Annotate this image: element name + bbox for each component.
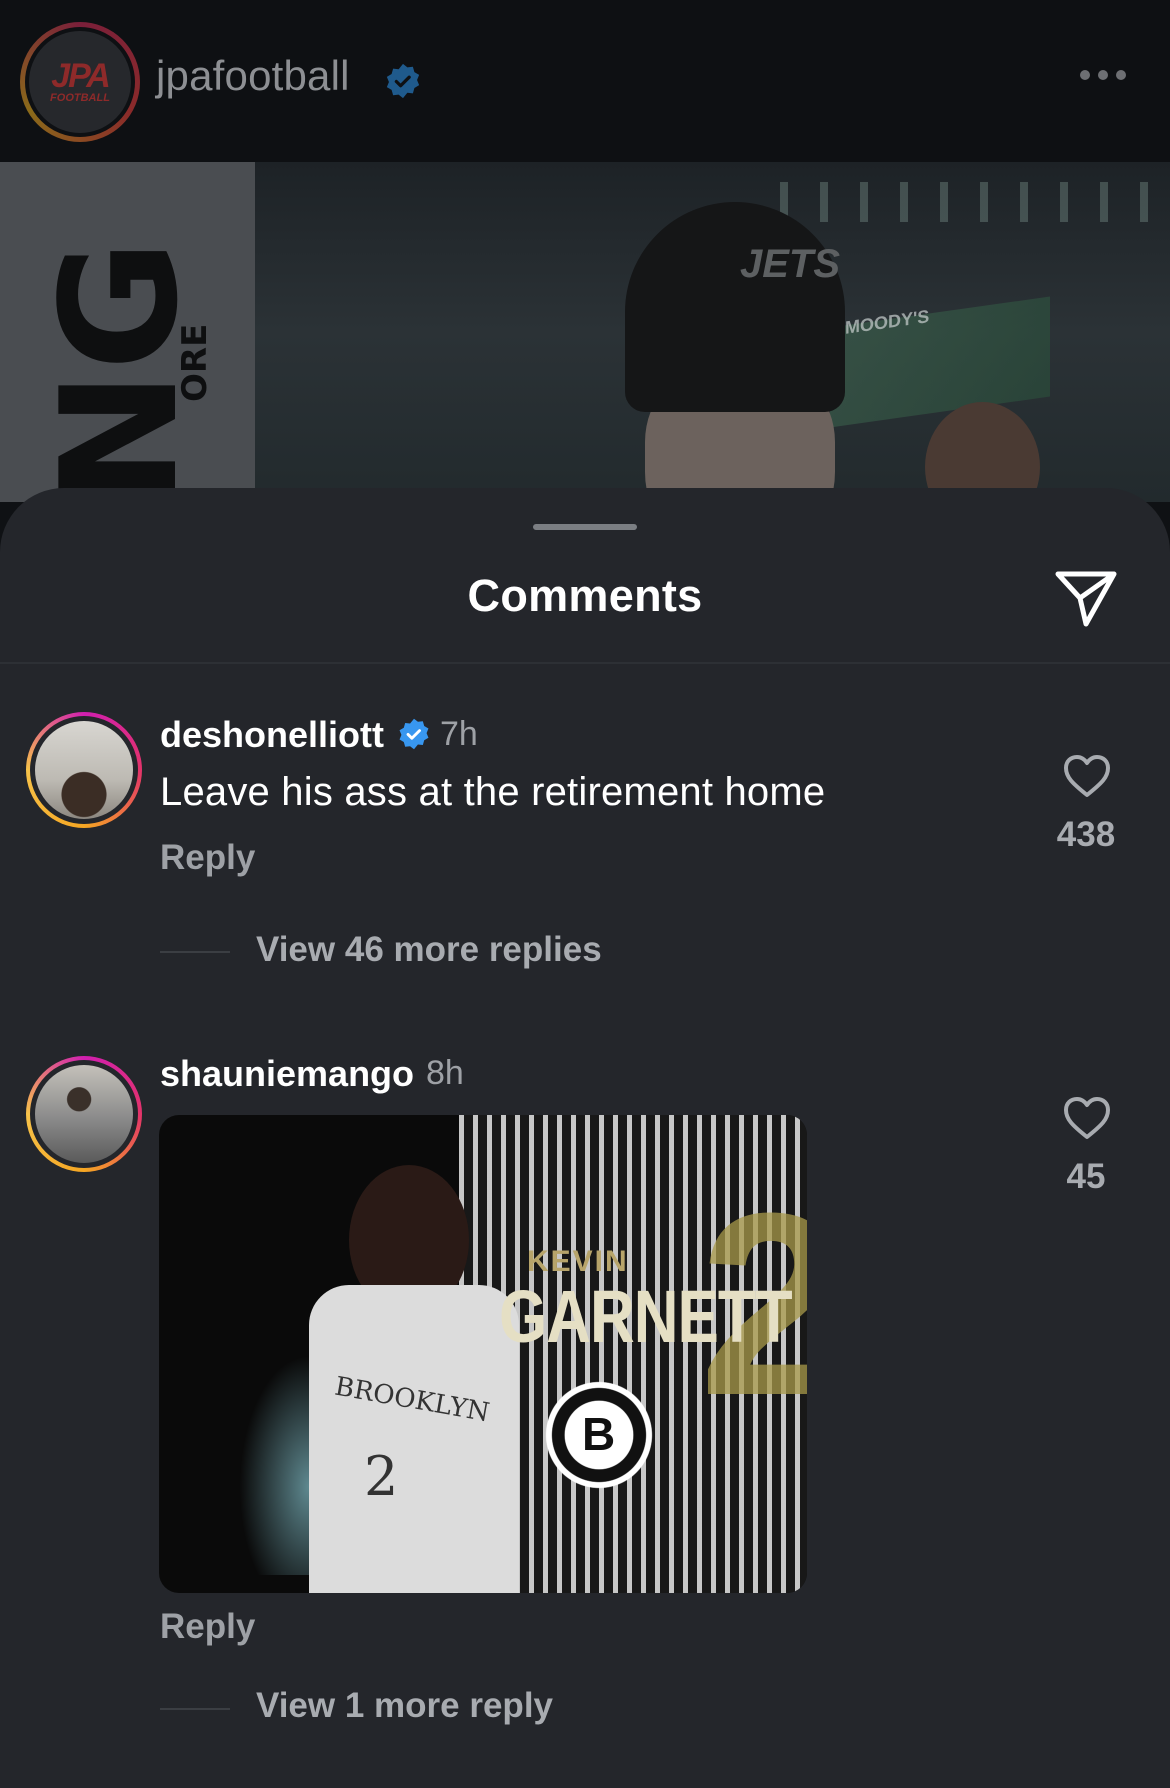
view-replies-line: [160, 951, 230, 953]
sheet-title: Comments: [467, 570, 703, 621]
comments-sheet: Comments deshonelliott 7h Leave his ass …: [0, 488, 1170, 1788]
player-beanie: [625, 202, 845, 412]
comment-timestamp: 7h: [440, 715, 478, 753]
comment-gif[interactable]: 2 BROOKLYN 2 KEVIN GARNETT B: [159, 1115, 807, 1593]
gif-jersey-number: 2: [364, 1445, 399, 1508]
more-options-icon[interactable]: [1080, 70, 1130, 90]
reply-button[interactable]: Reply: [160, 838, 255, 878]
post-author-username[interactable]: jpafootball: [156, 52, 350, 100]
share-icon[interactable]: [1052, 562, 1120, 630]
gif-team-logo-letter: B: [582, 1408, 616, 1460]
avatar-logo-subtext: FOOTBALL: [50, 92, 110, 104]
comment-text: Leave his ass at the retirement home: [160, 770, 826, 814]
beanie-logo: JETS: [740, 242, 841, 286]
commenter-avatar[interactable]: [26, 1056, 142, 1172]
sheet-grabber[interactable]: [533, 524, 637, 530]
sheet-divider: [0, 662, 1170, 664]
post-header: JPA FOOTBALL jpafootball: [0, 0, 1170, 162]
post-media: NG ORE MOODY'S JETS: [0, 162, 1170, 502]
verified-badge-icon: [386, 63, 420, 99]
gif-player-jersey: [309, 1285, 519, 1593]
verified-badge-icon: [399, 718, 429, 750]
media-graphic-subtext: ORE: [175, 323, 215, 402]
reply-button[interactable]: Reply: [160, 1607, 255, 1647]
like-count: 45: [1066, 1157, 1106, 1196]
gif-last-name: GARNETT: [499, 1276, 793, 1359]
commenter-avatar[interactable]: [26, 712, 142, 828]
view-more-replies-button[interactable]: View 1 more reply: [256, 1686, 553, 1726]
comment-username[interactable]: deshonelliott: [160, 714, 384, 756]
background-person: [925, 402, 1040, 502]
comment-username[interactable]: shauniemango: [160, 1053, 414, 1095]
heart-icon[interactable]: [1062, 753, 1112, 799]
view-replies-line: [160, 1708, 230, 1710]
post-author-avatar[interactable]: JPA FOOTBALL: [20, 22, 140, 142]
stadium-lights: [780, 182, 1170, 222]
comment-timestamp: 8h: [426, 1054, 464, 1092]
heart-icon[interactable]: [1062, 1095, 1112, 1141]
avatar-logo-text: JPA: [51, 57, 111, 95]
gif-first-name: KEVIN: [527, 1245, 629, 1278]
view-more-replies-button[interactable]: View 46 more replies: [256, 930, 602, 970]
like-count: 438: [1056, 815, 1116, 854]
